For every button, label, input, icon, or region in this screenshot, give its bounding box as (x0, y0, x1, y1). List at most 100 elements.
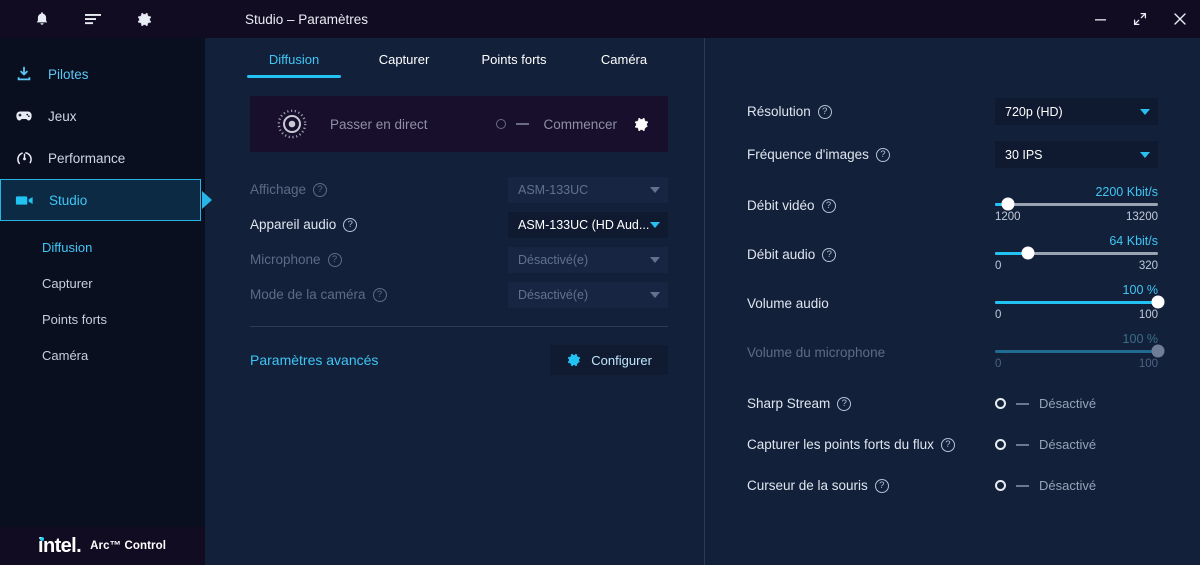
configure-button-label: Configurer (591, 352, 652, 368)
slider-range-labels: 1200 13200 (995, 211, 1158, 223)
window-title: Studio – Paramètres (245, 11, 369, 27)
toggle-switch[interactable] (995, 439, 1006, 450)
label-video-bitrate: Débit vidéo ? (747, 198, 836, 213)
audio-bitrate-value: 64 Kbit/s (1109, 233, 1158, 248)
mouse-cursor-toggle-control: Désactivé (995, 478, 1158, 493)
slider-track[interactable] (995, 197, 1158, 211)
intel-logo-text: intel (38, 535, 77, 557)
gauge-icon (14, 150, 34, 167)
audio-volume-value: 100 % (1122, 282, 1158, 297)
label-text: Curseur de la souris (747, 478, 868, 493)
record-target-icon (276, 108, 308, 140)
slider-min-label: 1200 (995, 210, 1021, 223)
chevron-down-icon (650, 221, 660, 228)
slider-max-label: 320 (1138, 259, 1158, 272)
row-affichage: Affichage ? ASM-133UC (250, 172, 668, 207)
sidebar-item-studio[interactable]: Studio (0, 179, 212, 221)
close-button[interactable] (1160, 0, 1200, 38)
help-icon[interactable]: ? (875, 147, 890, 162)
arc-control-label: Arc™ Control (90, 540, 167, 552)
sidebar-subitem-capturer[interactable]: Capturer (0, 265, 205, 301)
sidebar-nav: Pilotes Jeux Performance Studio Diffusio… (0, 38, 212, 373)
sidebar-subitem-points-forts[interactable]: Points forts (0, 301, 205, 337)
slider-thumb[interactable] (1151, 295, 1165, 309)
row-mic-volume: Volume du microphone 100 % 0 100 (747, 332, 1165, 370)
chevron-down-icon (650, 256, 660, 263)
toggle-dash-icon (1016, 443, 1029, 446)
select-appareil-audio[interactable]: ASM-133UC (HD Aud... (508, 211, 668, 238)
help-icon[interactable]: ? (327, 252, 342, 267)
toggle-switch[interactable] (995, 398, 1006, 409)
select-value: 30 IPS (1005, 147, 1043, 162)
minimize-button[interactable] (1080, 0, 1120, 38)
help-icon[interactable]: ? (343, 217, 358, 232)
select-framerate[interactable]: 30 IPS (995, 141, 1158, 168)
tab-bar: Diffusion Capturer Points forts Caméra (205, 38, 704, 78)
toggle-state-label: Désactivé (1039, 396, 1097, 411)
bell-icon[interactable] (34, 11, 50, 28)
gear-icon (566, 352, 582, 368)
select-resolution[interactable]: 720p (HD) (995, 98, 1158, 125)
content: Diffusion Capturer Points forts Caméra P… (205, 38, 1200, 565)
go-live-controls: Commencer (496, 116, 650, 133)
slider-range-labels: 0 100 (995, 358, 1158, 370)
window-controls (1080, 0, 1200, 38)
advanced-settings-row: Paramètres avancés Configurer (250, 345, 668, 375)
gamepad-icon (14, 109, 34, 123)
tab-diffusion[interactable]: Diffusion (239, 52, 349, 78)
help-icon[interactable]: ? (837, 396, 852, 411)
help-icon[interactable]: ? (821, 198, 836, 213)
help-icon[interactable]: ? (822, 247, 837, 262)
label-text: Fréquence d'images (747, 147, 869, 162)
help-icon[interactable]: ? (817, 104, 832, 119)
right-pane: Résolution ? 720p (HD) Fréquence d'image… (705, 38, 1200, 565)
go-live-label: Passer en direct (330, 116, 428, 132)
help-icon[interactable]: ? (874, 478, 889, 493)
advanced-settings-link[interactable]: Paramètres avancés (250, 352, 378, 368)
tab-capturer[interactable]: Capturer (349, 52, 459, 78)
sidebar-item-label: Pilotes (48, 66, 89, 82)
sidebar-subitem-camera[interactable]: Caméra (0, 337, 205, 373)
toggle-dash-icon (1016, 402, 1029, 405)
video-bitrate-slider[interactable]: 2200 Kbit/s 1200 13200 (995, 185, 1158, 223)
configure-button[interactable]: Configurer (550, 345, 668, 375)
list-icon[interactable] (84, 12, 102, 26)
go-live-toggle[interactable] (496, 119, 507, 129)
audio-volume-slider[interactable]: 100 % 0 100 (995, 283, 1165, 321)
audio-bitrate-control: 64 Kbit/s 0 320 (995, 234, 1158, 272)
label-text: Résolution (747, 104, 811, 119)
label-text: Mode de la caméra (250, 287, 366, 302)
row-microphone: Microphone ? Désactivé(e) (250, 242, 668, 277)
sidebar-subitem-label: Points forts (42, 311, 108, 327)
stream-settings-form: Affichage ? ASM-133UC Appareil audio ? A… (250, 172, 668, 375)
sidebar-subitem-diffusion[interactable]: Diffusion (0, 229, 205, 265)
slider-thumb[interactable] (1001, 197, 1015, 211)
slider-min-label: 0 (995, 357, 1002, 370)
titlebar: Studio – Paramètres (205, 0, 1200, 38)
sidebar-subitem-label: Caméra (42, 347, 89, 363)
tab-label: Diffusion (268, 52, 320, 67)
help-icon[interactable]: ? (940, 437, 955, 452)
tab-label: Caméra (600, 52, 648, 67)
help-icon[interactable]: ? (372, 287, 387, 302)
mic-volume-control: 100 % 0 100 (995, 332, 1165, 370)
slider-thumb[interactable] (1021, 246, 1035, 260)
gear-icon[interactable] (136, 11, 153, 28)
sidebar-item-jeux[interactable]: Jeux (0, 95, 205, 137)
slider-max-label: 100 (1138, 308, 1158, 321)
toggle-switch[interactable] (995, 480, 1006, 491)
sidebar-item-pilotes[interactable]: Pilotes (0, 53, 205, 95)
tab-points-forts[interactable]: Points forts (459, 52, 569, 78)
tab-camera[interactable]: Caméra (569, 52, 679, 78)
maximize-button[interactable] (1120, 0, 1160, 38)
sidebar-item-label: Performance (48, 150, 126, 166)
framerate-control: 30 IPS (995, 141, 1158, 168)
go-live-gear-icon[interactable] (633, 116, 650, 133)
help-icon[interactable]: ? (313, 182, 328, 197)
sidebar-item-performance[interactable]: Performance (0, 137, 205, 179)
chevron-down-icon (1140, 151, 1150, 158)
slider-track[interactable] (995, 295, 1165, 309)
audio-bitrate-slider[interactable]: 64 Kbit/s 0 320 (995, 234, 1158, 272)
slider-track[interactable] (995, 246, 1158, 260)
video-camera-icon (15, 194, 35, 207)
